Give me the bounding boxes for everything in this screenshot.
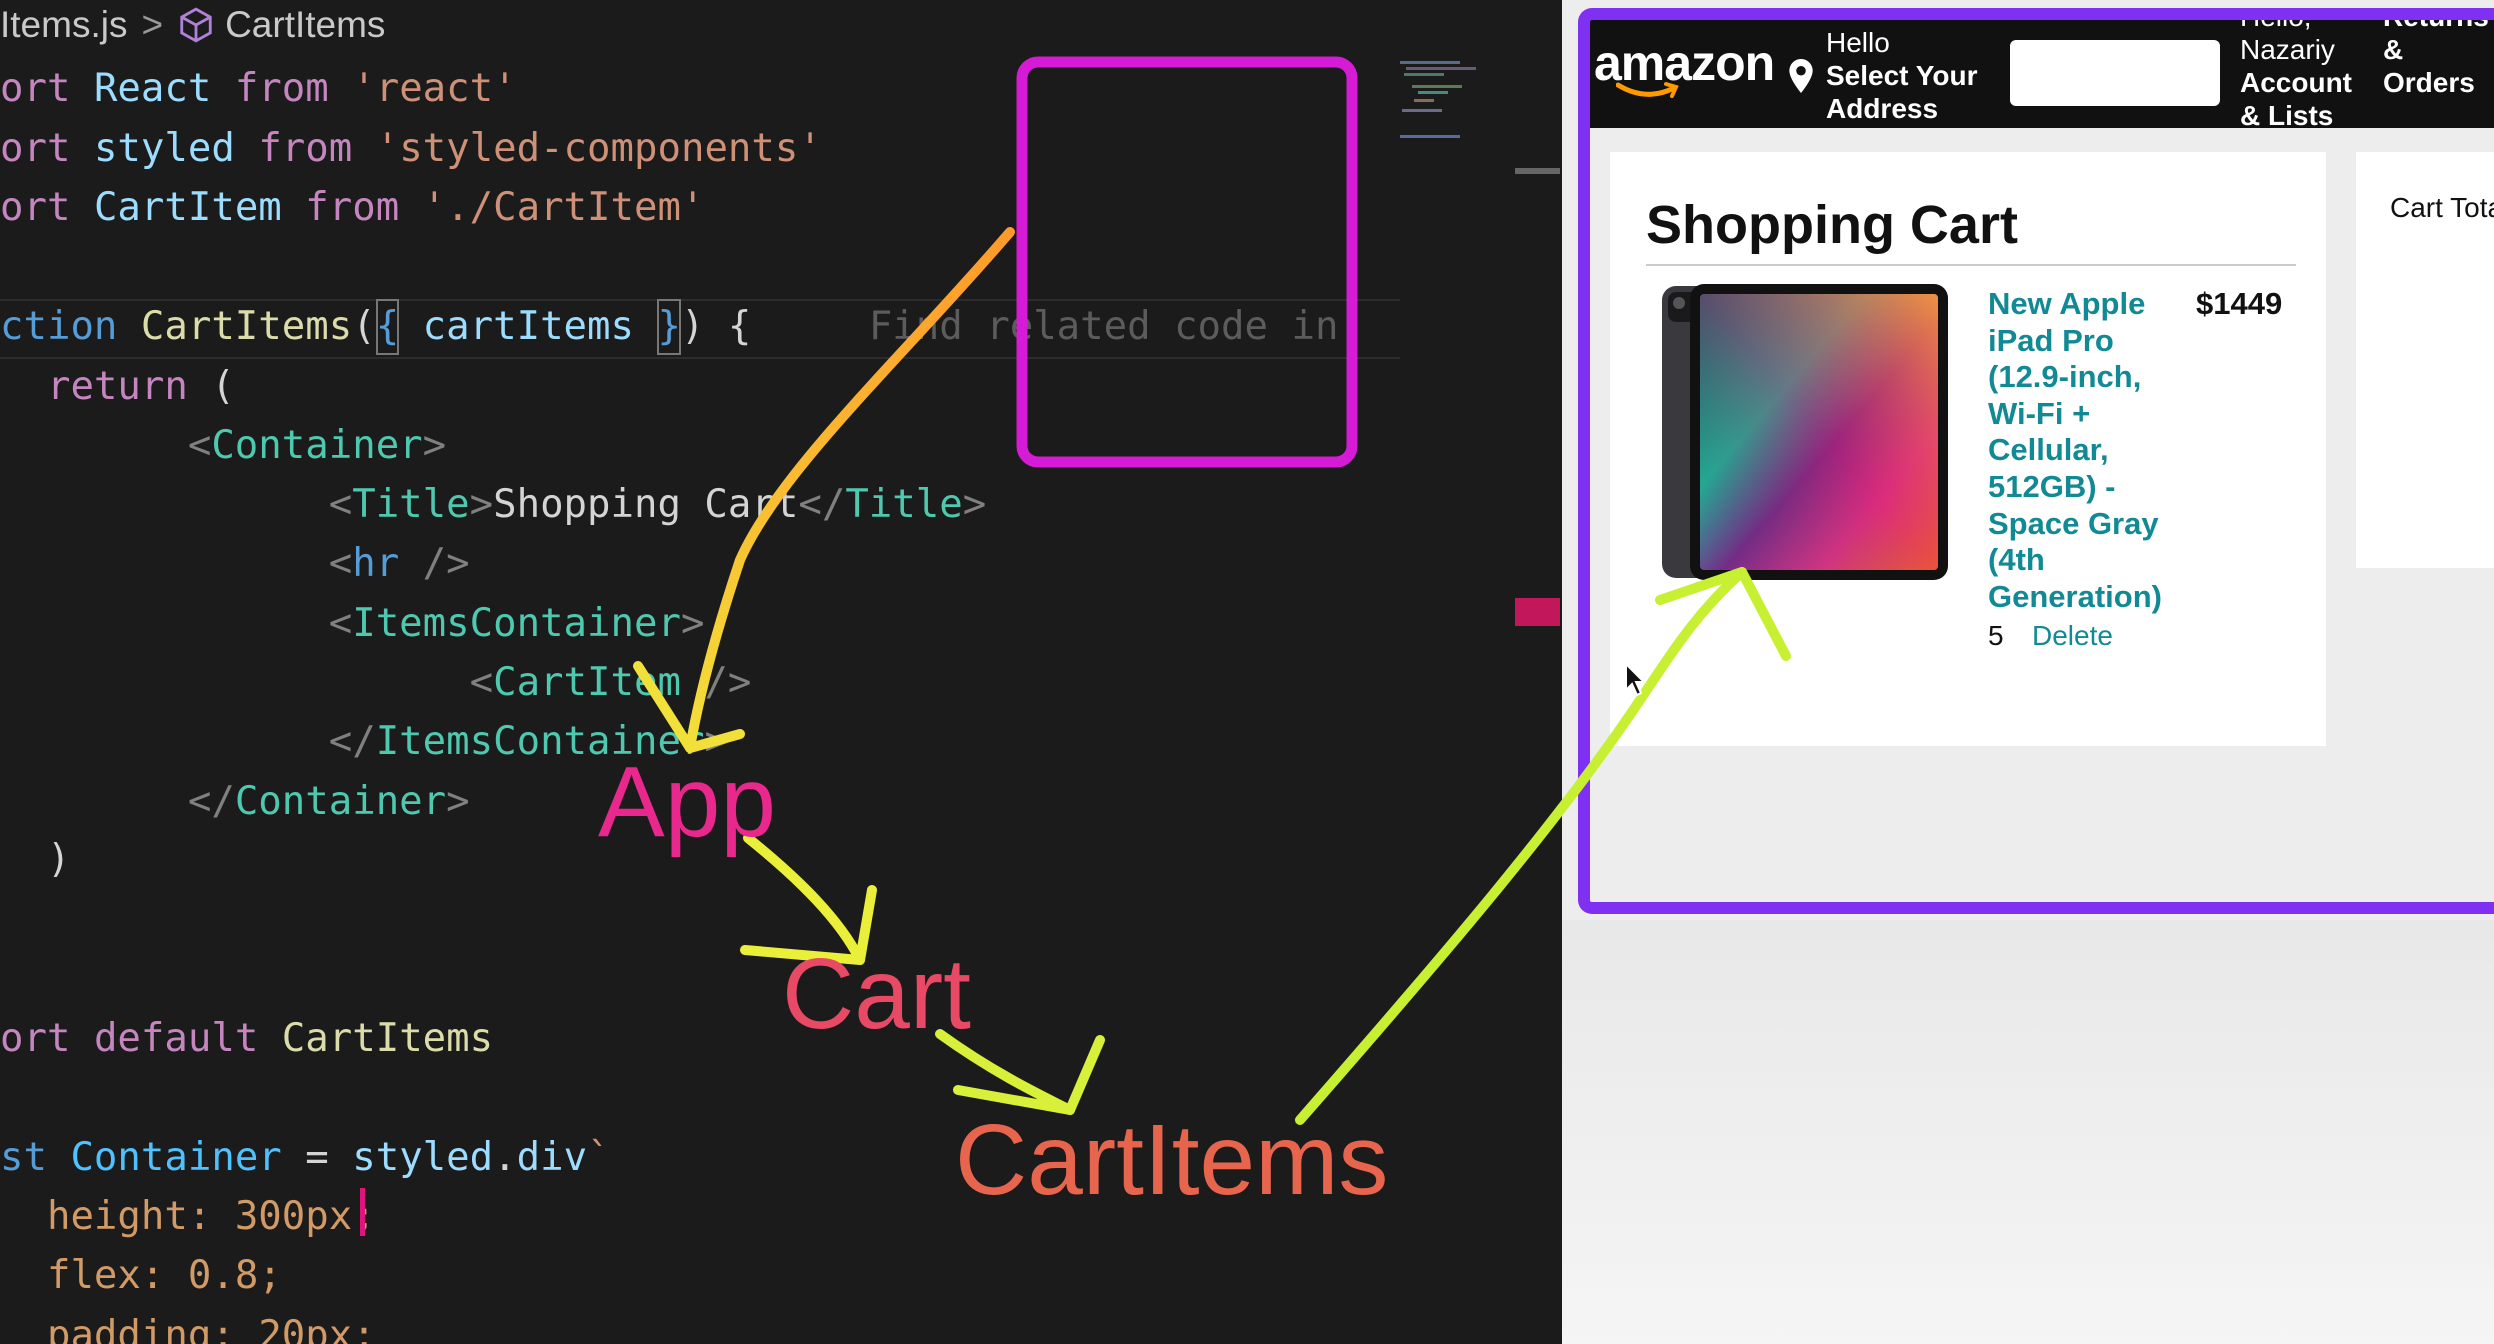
account-greeting: Hello, [2240, 8, 2312, 32]
location-pin-icon [1789, 59, 1813, 93]
page-background [1562, 920, 2494, 1344]
breadcrumb: Items.js > CartItems [0, 0, 385, 50]
mouse-pointer-icon [1625, 662, 1647, 697]
cart-items-container: Shopping Cart New Apple iPad Pro (12.9-i… [1610, 152, 2326, 746]
address-line-2: Address [1826, 93, 1939, 124]
code-line[interactable]: ction CartItems({ cartItems }) { Find re… [0, 299, 1338, 355]
minimap[interactable] [1400, 55, 1510, 155]
amazon-smile-icon [1616, 82, 1679, 98]
product-quantity[interactable]: 5 [1988, 620, 2004, 652]
code-line[interactable]: ort CartItem from './CartItem' [0, 180, 704, 236]
code-line[interactable]: ort styled from 'styled-components' [0, 121, 822, 177]
code-line[interactable]: ) [0, 832, 70, 888]
breadcrumb-separator: > [141, 4, 164, 45]
code-line[interactable]: <ItemsContainer> [0, 596, 705, 652]
code-line[interactable]: <CartItem /> [0, 655, 752, 711]
text-cursor [360, 1188, 365, 1236]
product-image[interactable] [1660, 282, 1950, 582]
annotation-cart: Cart [782, 938, 971, 1050]
breadcrumb-symbol[interactable]: CartItems [225, 4, 385, 46]
symbol-cube-icon [177, 6, 215, 44]
cart-divider [1646, 264, 2296, 266]
highlight-frame: amazon Hello Select Your Address Hello, … [1578, 8, 2494, 914]
annotation-app: App [598, 746, 776, 858]
cart-total-label: Cart Tota [2390, 192, 2494, 223]
code-line[interactable]: height: 300px; [0, 1189, 376, 1245]
delete-button[interactable]: Delete [2032, 620, 2113, 652]
code-line[interactable]: return ( [0, 359, 235, 415]
returns-orders[interactable]: Returns & Orders [2383, 8, 2489, 99]
code-line[interactable]: padding: 20px; [0, 1308, 376, 1344]
returns-label: Returns [2383, 8, 2489, 32]
code-line[interactable]: flex: 0.8; [0, 1248, 282, 1304]
product-title-link[interactable]: New Apple iPad Pro (12.9-inch, Wi-Fi + C… [1988, 286, 2188, 615]
scrollbar-cursor-marker [1515, 598, 1560, 626]
ampersand-label: & [2383, 34, 2404, 65]
address-hello-label: Hello [1826, 27, 1890, 58]
header-nav: amazon Hello Select Your Address Hello, … [1590, 20, 2494, 131]
browser-preview: amazon Hello Select Your Address Hello, … [1562, 0, 2494, 1344]
lists-label: & Lists [2240, 100, 2334, 131]
code-line[interactable]: </Container> [0, 774, 470, 830]
deliver-to-address[interactable]: Hello Select Your Address [1826, 26, 1977, 125]
product-price: $1449 [2196, 286, 2283, 321]
account-label: Account [2240, 67, 2352, 98]
code-line[interactable]: <Container> [0, 418, 446, 474]
scrollbar-thumb[interactable] [1515, 168, 1560, 174]
code-line[interactable]: st Container = styled.div` [0, 1130, 611, 1186]
account-lists[interactable]: Hello, Nazariy Account & Lists [2240, 8, 2352, 132]
annotation-cartitems: CartItems [955, 1104, 1389, 1216]
address-line-1: Select Your [1826, 60, 1978, 91]
orders-label: Orders [2383, 67, 2475, 98]
code-line[interactable]: <hr /> [0, 536, 470, 592]
code-line[interactable]: <Title>Shopping Cart</Title> [0, 477, 986, 533]
codelens-hint: Find related code in [868, 304, 1339, 349]
cart-title: Shopping Cart [1646, 195, 2018, 255]
account-user-name: Nazariy [2240, 34, 2335, 65]
code-line[interactable]: ort default CartItems [0, 1011, 493, 1067]
search-input[interactable] [2010, 40, 2220, 106]
code-line[interactable]: ort React from 'react' [0, 61, 517, 117]
breadcrumb-file[interactable]: Items.js [0, 4, 127, 46]
cart-total-panel: Cart Tota [2356, 152, 2494, 568]
